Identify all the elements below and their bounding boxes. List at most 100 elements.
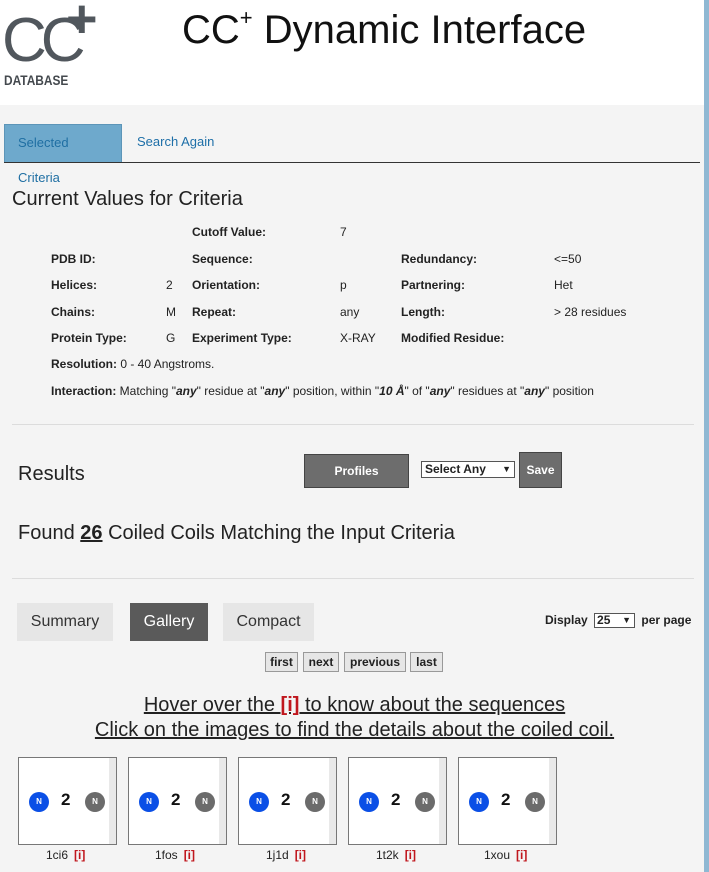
logo-subtitle: DATABASE [4,72,69,88]
pager-next-button[interactable]: next [303,652,339,672]
profiles-button[interactable]: Profiles [304,454,409,488]
per-page-label: per page [641,613,692,627]
per-page-select[interactable]: 25 ▼ [594,613,636,629]
summary-view-button[interactable]: Summary [17,603,113,641]
card-scrollbar [549,758,556,844]
info-link[interactable]: [i] [184,848,195,862]
pdb-id: 1j1d [266,848,289,862]
hint-text: to know about the sequences [299,694,566,716]
pdb-id: 1xou [484,848,511,862]
protein-type-value: G [166,331,176,345]
info-marker: [i] [280,694,300,716]
tab-search-again[interactable]: Search Again [124,124,227,161]
coiled-coil-label: 1fos [i] [155,848,195,862]
interaction-any: any [175,384,197,398]
orientation-label: Orientation: [192,278,260,292]
chevron-down-icon: ▼ [622,615,632,626]
modified-residue-label: Modified Residue: [401,331,505,345]
protein-type-label: Protein Type: [51,331,127,345]
found-prefix: Found [18,522,81,544]
redundancy-value: <=50 [554,252,582,266]
tab-selected-criteria[interactable]: Selected Criteria [4,124,122,185]
interaction-any: any [429,384,451,398]
interaction-any: any [264,384,286,398]
tab-bar: Selected Criteria Search Again [4,124,700,185]
pager-last-button[interactable]: last [410,652,443,672]
coiled-coil-label: 1ci6 [i] [46,848,85,862]
title-main: CC [182,8,240,52]
cutoff-label: Cutoff Value: [192,225,266,239]
pdb-label: PDB ID: [51,252,96,266]
select-any-dropdown[interactable]: Select Any ▼ [421,461,515,478]
coiled-coil-image[interactable]: N2N [128,757,227,845]
n-terminus-icon: N [85,792,105,812]
info-link[interactable]: [i] [74,848,85,862]
interaction-line: Interaction: Matching "any" residue at "… [51,384,594,398]
pager-first-button[interactable]: first [265,652,298,672]
per-page-value: 25 [597,613,611,628]
helices-label: Helices: [51,278,98,292]
info-link[interactable]: [i] [295,848,306,862]
logo-plus: + [66,0,98,49]
helix-count: 2 [171,790,181,809]
divider [12,578,694,579]
display-per-page: Display 25 ▼ per page [545,613,692,629]
partnering-label: Partnering: [401,278,466,292]
coiled-coil-image[interactable]: N2N [348,757,447,845]
page-title: CC+ Dynamic Interface [182,5,587,53]
n-terminus-icon: N [249,792,269,812]
coiled-coil-image[interactable]: N2N [18,757,117,845]
card-scrollbar [219,758,226,844]
interaction-distance: 10 Å [379,384,405,398]
cutoff-value: 7 [340,225,347,239]
results-heading: Results [18,463,85,485]
repeat-value: any [340,305,360,319]
resolution-line: Resolution: 0 - 40 Angstroms. [51,357,214,371]
interaction-any: any [524,384,545,398]
info-link[interactable]: [i] [405,848,416,862]
coiled-coil-image[interactable]: N2N [238,757,337,845]
orientation-value: p [340,278,347,292]
criteria-heading: Current Values for Criteria [12,188,243,210]
helices-value: 2 [166,278,173,292]
save-button[interactable]: Save [519,452,562,488]
page-header: CC + DATABASE CC+ Dynamic Interface [0,0,704,105]
compact-view-button[interactable]: Compact [223,603,314,641]
pdb-id: 1t2k [376,848,399,862]
gallery-view-button[interactable]: Gallery [130,603,208,641]
n-terminus-icon: N [359,792,379,812]
n-terminus-icon: N [415,792,435,812]
ccplus-logo[interactable]: CC + DATABASE [2,0,98,96]
n-terminus-icon: N [139,792,159,812]
divider [12,424,694,425]
interaction-text: " position, within " [285,384,380,398]
coiled-coil-label: 1t2k [i] [376,848,416,862]
hover-hint: Hover over the [i] to know about the seq… [0,694,709,717]
coiled-coil-label: 1xou [i] [484,848,527,862]
hint-text: Hover over the [143,694,281,716]
found-count: 26 [80,522,103,544]
helix-count: 2 [391,790,401,809]
resolution-value: 0 - 40 Angstroms. [120,357,215,371]
redundancy-label: Redundancy: [401,252,478,266]
card-scrollbar [329,758,336,844]
chains-label: Chains: [51,305,96,319]
pager-previous-button[interactable]: previous [344,652,406,672]
found-suffix: Coiled Coils Matching the Input Criteria [102,522,455,544]
sequence-label: Sequence: [192,252,253,266]
coiled-coil-image[interactable]: N2N [458,757,557,845]
resolution-label: Resolution: [51,357,117,371]
length-value: > 28 residues [554,305,627,319]
n-terminus-icon: N [469,792,489,812]
n-terminus-icon: N [305,792,325,812]
card-scrollbar [439,758,446,844]
chevron-down-icon: ▼ [502,464,511,474]
title-rest: Dynamic Interface [252,8,587,52]
info-link[interactable]: [i] [516,848,527,862]
interaction-text: " position [544,384,594,398]
pdb-id: 1fos [155,848,178,862]
repeat-label: Repeat: [192,305,237,319]
helix-count: 2 [501,790,511,809]
experiment-type-label: Experiment Type: [192,331,292,345]
display-label: Display [545,613,588,627]
